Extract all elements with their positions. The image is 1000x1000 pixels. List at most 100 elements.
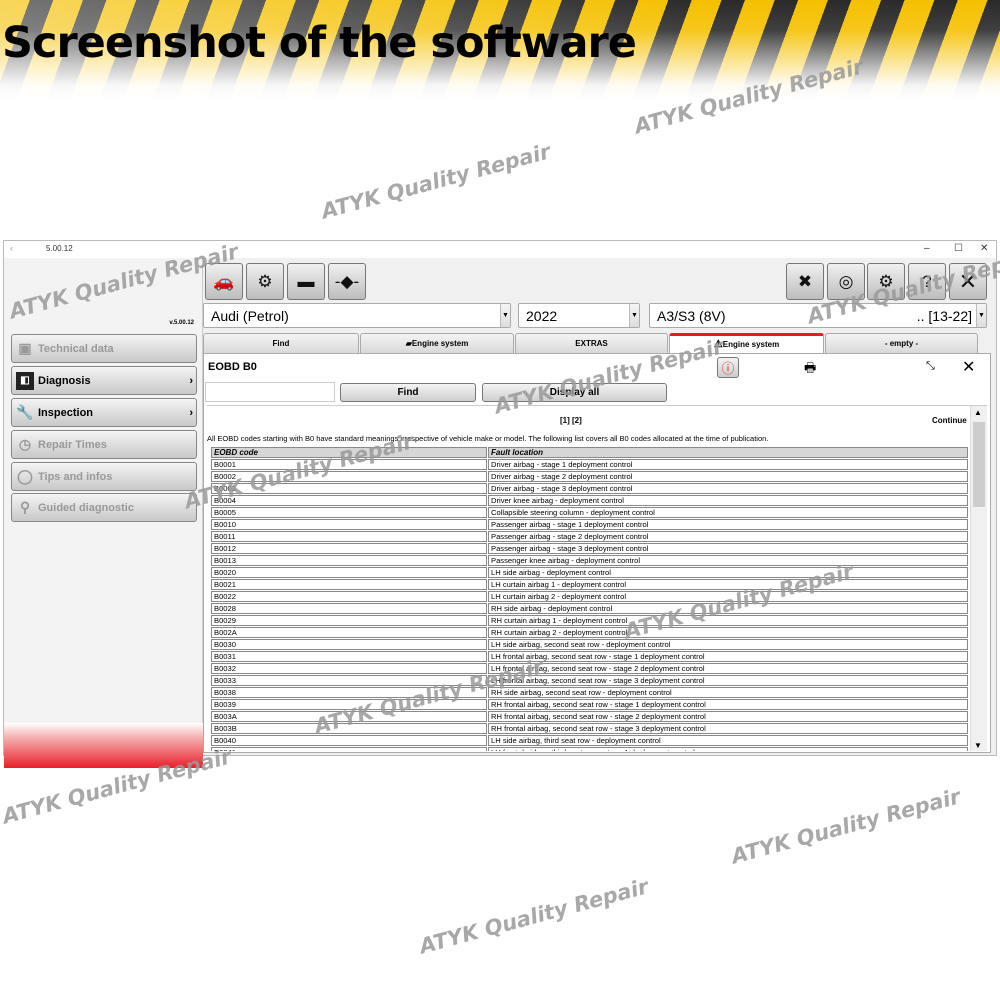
scroll-down-icon[interactable]: ▼: [974, 741, 982, 750]
table-row[interactable]: B003B RH frontal airbag, second seat row …: [211, 723, 968, 734]
sidebar-item-repair-times[interactable]: ◷ Repair Times: [11, 430, 197, 459]
tools-button[interactable]: ✖: [786, 263, 824, 300]
find-button[interactable]: Find: [340, 383, 476, 402]
table-row[interactable]: B0002 Driver airbag - stage 2 deployment …: [211, 471, 968, 482]
fault-location-cell: RH frontal airbag, second seat row - sta…: [488, 723, 968, 734]
eobd-code-cell: B0028: [211, 603, 487, 614]
display-all-button[interactable]: Display all: [482, 383, 667, 402]
sidebar-item-diagnosis[interactable]: ◧ Diagnosis ›: [11, 366, 197, 395]
vehicle-make-dropdown[interactable]: Audi (Petrol) ▼: [203, 303, 511, 328]
clock-icon: ◷: [18, 436, 32, 452]
vehicle-make-value: Audi (Petrol): [211, 307, 289, 324]
expand-icon[interactable]: ⤡: [926, 360, 935, 373]
table-row[interactable]: B0028 RH side airbag - deployment control: [211, 603, 968, 614]
panel-close-icon[interactable]: ✕: [962, 357, 975, 377]
table-row[interactable]: B0041LH frontal airbag, third seat row -…: [211, 747, 968, 751]
tab-find[interactable]: Find: [203, 333, 359, 353]
connector-button[interactable]: -◆-: [328, 263, 366, 300]
table-row[interactable]: B0010 Passenger airbag - stage 1 deployme…: [211, 519, 968, 530]
tab-empty[interactable]: - empty -: [825, 333, 978, 353]
eobd-code-cell: B0029: [211, 615, 487, 626]
year-dropdown[interactable]: 2022 ▼: [518, 303, 640, 328]
sidebar-item-inspection[interactable]: 🔧 Inspection ›: [11, 398, 197, 427]
window-close-button[interactable]: ✕: [980, 243, 988, 254]
table-row[interactable]: B0003 Driver airbag - stage 3 deployment …: [211, 483, 968, 494]
table-row[interactable]: B0005 Collapsible steering column - deplo…: [211, 507, 968, 518]
sidebar-item-tips[interactable]: ◯ Tips and infos: [11, 462, 197, 491]
tyre-button[interactable]: ◎: [827, 263, 865, 300]
gearbox-button[interactable]: ⚙: [867, 263, 905, 300]
eobd-code-cell: B0010: [211, 519, 487, 530]
eobd-table: EOBD code Fault location B0001 Driver air…: [210, 446, 969, 751]
watermark: ATYK Quality Repair: [416, 874, 651, 959]
tab-engine-system-active[interactable]: ⚠ Engine system: [669, 333, 824, 353]
table-row[interactable]: B0020 LH side airbag - deployment control: [211, 567, 968, 578]
table-row[interactable]: B0013 Passenger knee airbag - deployment …: [211, 555, 968, 566]
minimize-button[interactable]: –: [924, 243, 930, 254]
cars-icon: 🚗: [213, 271, 235, 291]
vertical-scrollbar[interactable]: ▲ ▼: [970, 406, 987, 751]
table-row[interactable]: B0001 Driver airbag - stage 1 deployment …: [211, 459, 968, 470]
fault-location-cell: RH side airbag - deployment control: [488, 603, 968, 614]
description-text: All EOBD codes starting with B0 have sta…: [207, 434, 769, 443]
table-row[interactable]: B0004 Driver knee airbag - deployment con…: [211, 495, 968, 506]
sidebar-item-technical-data[interactable]: ▣ Technical data: [11, 334, 197, 363]
eobd-code-cell: B0004: [211, 495, 487, 506]
cars-button[interactable]: 🚗: [205, 263, 243, 300]
tab-label: Engine system: [722, 340, 780, 349]
model-dropdown[interactable]: A3/S3 (8V) .. [13-22] ▼: [649, 303, 987, 328]
tab-extras[interactable]: EXTRAS: [515, 333, 668, 353]
sidebar: v.5.00.12 ▣ Technical data ◧ Diagnosis › 🔧 I…: [4, 258, 203, 768]
results-area: [1] [2] Continue All EOBD codes starting…: [207, 405, 987, 751]
maximize-button[interactable]: ☐: [954, 243, 963, 254]
sidebar-item-label: Tips and infos: [38, 470, 113, 483]
table-row[interactable]: B0039 RH frontal airbag, second seat row …: [211, 699, 968, 710]
table-row[interactable]: B0029 RH curtain airbag 1 - deployment co…: [211, 615, 968, 626]
back-icon[interactable]: ‹: [10, 244, 13, 253]
table-row[interactable]: B002A RH curtain airbag 2 - deployment co…: [211, 627, 968, 638]
chevron-right-icon: ›: [189, 406, 193, 419]
tab-label: EXTRAS: [575, 339, 608, 348]
chevron-right-icon: ›: [189, 374, 193, 387]
scroll-up-icon[interactable]: ▲: [974, 408, 982, 417]
table-row[interactable]: B0032 LH frontal airbag, second seat row …: [211, 663, 968, 674]
table-row[interactable]: B0011 Passenger airbag - stage 2 deployme…: [211, 531, 968, 542]
document-icon: ▣: [18, 340, 32, 356]
info-icon: ⓘ: [721, 361, 735, 376]
pagination[interactable]: [1] [2]: [560, 416, 582, 425]
engine-button[interactable]: ⚙: [246, 263, 284, 300]
scroll-thumb[interactable]: [973, 422, 985, 507]
eobd-code-cell: B0032: [211, 663, 487, 674]
help-button[interactable]: ?: [908, 263, 946, 300]
exit-button[interactable]: ✕: [949, 263, 987, 300]
search-input[interactable]: [205, 382, 335, 402]
table-row[interactable]: B0040 LH side airbag, third seat row - de…: [211, 735, 968, 746]
fault-location-cell: LH frontal airbag, second seat row - sta…: [488, 663, 968, 674]
fault-location-cell: LH side airbag, second seat row - deploy…: [488, 639, 968, 650]
battery-button[interactable]: ▬: [287, 263, 325, 300]
eobd-code-cell: B0013: [211, 555, 487, 566]
tab-engine-system[interactable]: ▰ Engine system: [360, 333, 514, 353]
sidebar-item-guided-diagnostic[interactable]: ⚲ Guided diagnostic: [11, 493, 197, 522]
table-row[interactable]: B0031 LH frontal airbag, second seat row …: [211, 651, 968, 662]
help-icon: ?: [922, 271, 932, 291]
eobd-code-cell: B0038: [211, 687, 487, 698]
sidebar-item-label: Inspection: [38, 406, 94, 419]
table-row[interactable]: B0022 LH curtain airbag 2 - deployment co…: [211, 591, 968, 602]
warning-icon: ⚠: [713, 339, 723, 350]
continue-link[interactable]: Continue: [932, 416, 967, 425]
eobd-code-cell: B0021: [211, 579, 487, 590]
table-row[interactable]: B0033 LH frontal airbag, second seat row …: [211, 675, 968, 686]
battery-icon: ▬: [297, 271, 315, 291]
info-button[interactable]: ⓘ: [717, 357, 739, 378]
table-row[interactable]: B0030 LH side airbag, second seat row - d…: [211, 639, 968, 650]
table-row[interactable]: B003A RH frontal airbag, second seat row …: [211, 711, 968, 722]
table-row[interactable]: B0021 LH curtain airbag 1 - deployment co…: [211, 579, 968, 590]
eobd-code-cell: B0011: [211, 531, 487, 542]
print-icon[interactable]: 🖶: [804, 359, 816, 381]
table-row[interactable]: B0012 Passenger airbag - stage 3 deployme…: [211, 543, 968, 554]
table-row[interactable]: B0038 RH side airbag, second seat row - d…: [211, 687, 968, 698]
fault-location-cell: LH side airbag, third seat row - deploym…: [488, 735, 968, 746]
fault-location-cell: Driver airbag - stage 3 deployment contr…: [488, 483, 968, 494]
fault-location-cell: LH frontal airbag, second seat row - sta…: [488, 675, 968, 686]
